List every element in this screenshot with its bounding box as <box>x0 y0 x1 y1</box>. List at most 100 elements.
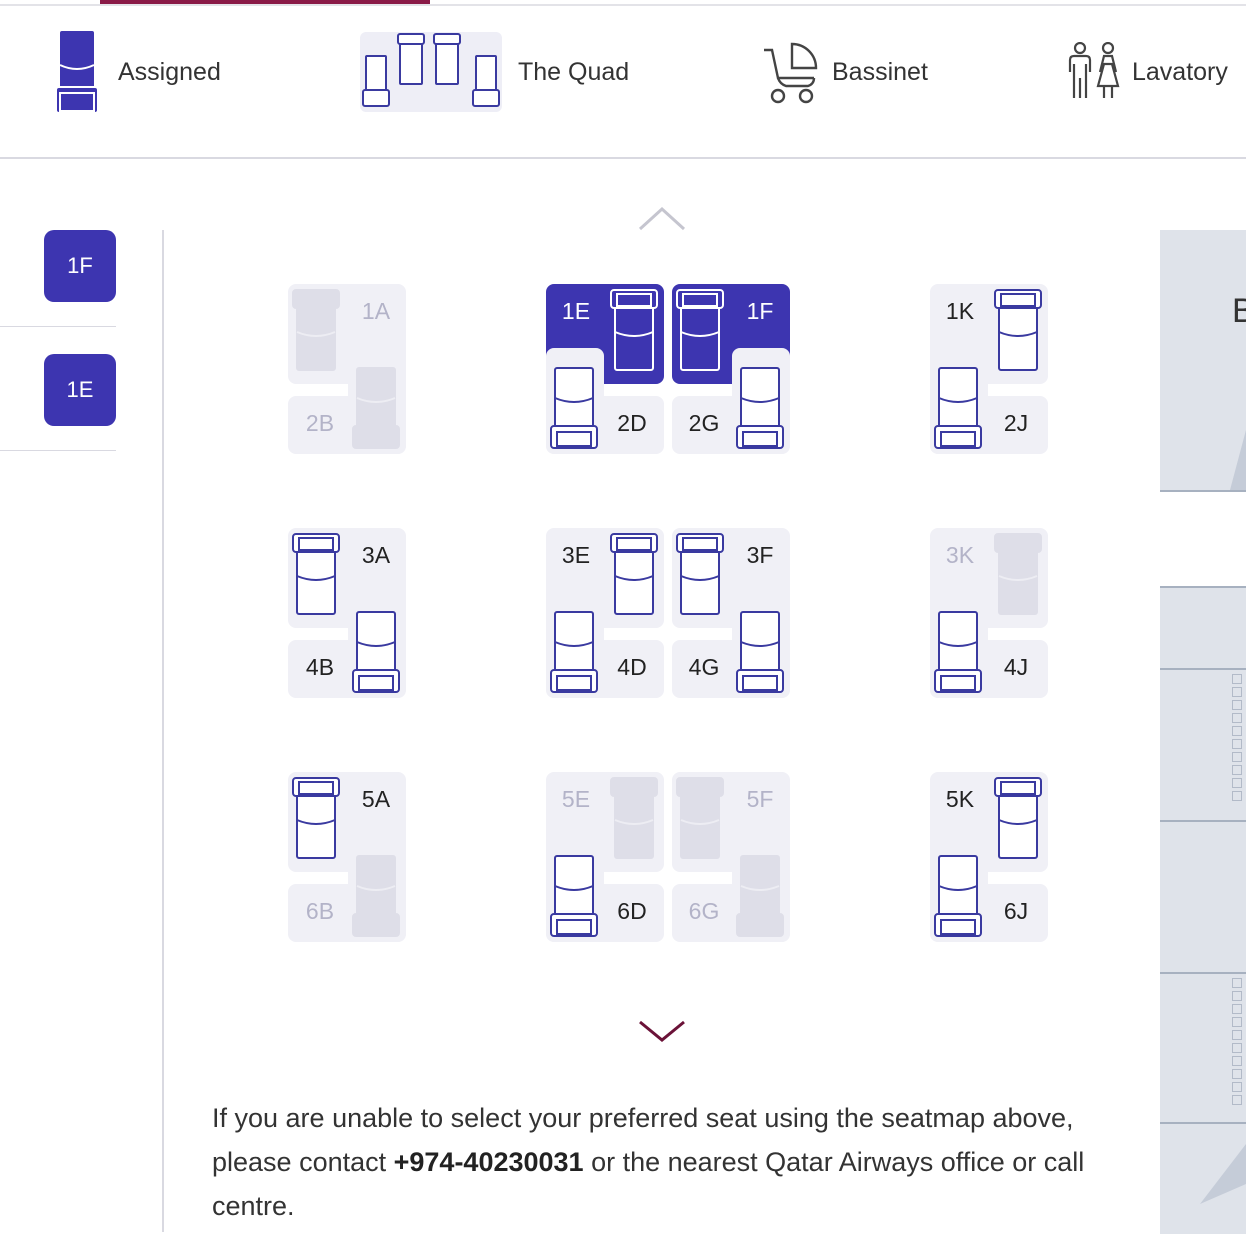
3E-seat-icon[interactable] <box>609 530 659 630</box>
seat-label-1F[interactable]: 1F <box>740 298 780 325</box>
cabin-section-highlight[interactable]: B <box>1160 230 1246 492</box>
cabin-window-icon <box>1232 1030 1242 1040</box>
seat-label-3K: 3K <box>945 542 975 568</box>
5E-seat-icon <box>610 777 658 859</box>
legend-bassinet: Bassinet <box>762 26 928 118</box>
6D-seat-icon[interactable] <box>549 840 599 940</box>
legend-divider <box>0 157 1246 159</box>
cabin-window-icon <box>1232 991 1242 1001</box>
2B-seat-icon <box>352 367 400 449</box>
6J-seat-icon[interactable] <box>933 840 983 940</box>
seat-label-1A: 1A <box>361 298 391 324</box>
2G-seat-icon[interactable] <box>735 352 785 452</box>
cabin-window-icon <box>1232 1095 1242 1105</box>
2J-seat-icon[interactable] <box>933 352 983 452</box>
5K-seat-icon[interactable] <box>993 774 1043 874</box>
cabin-window-icon <box>1232 1056 1242 1066</box>
assigned-seat-icon <box>55 31 99 114</box>
1A-seat-icon <box>292 289 340 371</box>
cabin-window-icon <box>1232 1069 1242 1079</box>
cabin-window-icon <box>1232 674 1242 684</box>
cabin-section-block <box>1160 668 1246 820</box>
selected-seat-badge-1E[interactable]: 1E <box>44 354 116 426</box>
seat-label-5E: 5E <box>561 786 591 812</box>
seat-legend: Assigned The Quad Bassinet Lavatory <box>0 6 1246 158</box>
cabin-window-icon <box>1232 778 1242 788</box>
cabin-section-letter: B <box>1232 292 1246 330</box>
cabin-window-icon <box>1232 726 1242 736</box>
legend-assigned-label: Assigned <box>118 57 221 86</box>
seat-label-6J[interactable]: 6J <box>996 898 1036 925</box>
cabin-window-icon <box>1232 713 1242 723</box>
cabin-window-icon <box>1232 1004 1242 1014</box>
seatmap-help-note: If you are unable to select your preferr… <box>212 1096 1142 1228</box>
cabin-window-icon <box>1232 765 1242 775</box>
sidebar-separator <box>0 450 116 451</box>
legend-lavatory: Lavatory <box>1066 26 1228 118</box>
seat-label-4D[interactable]: 4D <box>612 654 652 681</box>
4B-seat-icon[interactable] <box>351 596 401 696</box>
seat-label-4J[interactable]: 4J <box>996 654 1036 681</box>
cabin-window-icon <box>1232 1017 1242 1027</box>
4D-seat-icon[interactable] <box>549 596 599 696</box>
bassinet-icon <box>764 42 818 104</box>
cabin-overview-panel: B <box>1160 230 1246 1234</box>
5F-seat-icon <box>676 777 724 859</box>
scroll-up-chevron-icon[interactable] <box>638 205 686 233</box>
1F-seat-icon[interactable] <box>675 286 725 386</box>
seat-label-3E[interactable]: 3E <box>556 542 596 569</box>
2D-seat-icon[interactable] <box>549 352 599 452</box>
seat-label-2G[interactable]: 2G <box>684 410 724 437</box>
cabin-window-icon <box>1232 791 1242 801</box>
cabin-window-icon <box>1232 1043 1242 1053</box>
legend-quad: The Quad <box>358 26 629 118</box>
6G-seat-icon <box>736 855 784 937</box>
seat-label-2D[interactable]: 2D <box>612 410 652 437</box>
legend-lavatory-label: Lavatory <box>1132 57 1228 86</box>
contact-phone-number[interactable]: +974-40230031 <box>394 1147 584 1177</box>
tail-shape-icon <box>1200 1144 1246 1204</box>
seat-label-2J[interactable]: 2J <box>996 410 1036 437</box>
quad-seats-icon <box>360 32 502 112</box>
3A-seat-icon[interactable] <box>291 530 341 630</box>
seat-label-5F: 5F <box>746 786 774 812</box>
seat-label-6D[interactable]: 6D <box>612 898 652 925</box>
cabin-window-icon <box>1232 687 1242 697</box>
cabin-window-icon <box>1232 1082 1242 1092</box>
cabin-window-icon <box>1232 978 1242 988</box>
seatmap-left-border <box>162 230 164 1232</box>
1E-seat-icon[interactable] <box>609 286 659 386</box>
seat-label-6B: 6B <box>305 898 335 924</box>
legend-assigned: Assigned <box>54 26 221 118</box>
seat-label-5K[interactable]: 5K <box>940 786 980 813</box>
cabin-section-block <box>1160 820 1246 972</box>
seat-label-4G[interactable]: 4G <box>684 654 724 681</box>
legend-bassinet-label: Bassinet <box>832 57 928 86</box>
sidebar-separator <box>0 326 116 327</box>
1K-seat-icon[interactable] <box>993 286 1043 386</box>
seat-label-6G: 6G <box>688 898 720 924</box>
selected-seat-badge-1F[interactable]: 1F <box>44 230 116 302</box>
seat-label-1K[interactable]: 1K <box>940 298 980 325</box>
4G-seat-icon[interactable] <box>735 596 785 696</box>
legend-quad-label: The Quad <box>518 57 630 86</box>
cabin-window-icon <box>1232 700 1242 710</box>
3K-seat-icon <box>994 533 1042 615</box>
seat-label-1E[interactable]: 1E <box>556 298 596 325</box>
6B-seat-icon <box>352 855 400 937</box>
seat-label-4B[interactable]: 4B <box>300 654 340 681</box>
scroll-down-chevron-icon[interactable] <box>638 1018 686 1046</box>
4J-seat-icon[interactable] <box>933 596 983 696</box>
wing-shape-icon <box>1230 430 1246 490</box>
seat-label-3F[interactable]: 3F <box>740 542 780 569</box>
seat-label-2B: 2B <box>305 410 335 436</box>
seat-label-3A[interactable]: 3A <box>356 542 396 569</box>
cabin-section-block <box>1160 1122 1246 1234</box>
cabin-section-block <box>1160 586 1246 668</box>
5A-seat-icon[interactable] <box>291 774 341 874</box>
cabin-window-icon <box>1232 739 1242 749</box>
cabin-window-icon <box>1232 752 1242 762</box>
cabin-section-block <box>1160 972 1246 1122</box>
3F-seat-icon[interactable] <box>675 530 725 630</box>
seat-label-5A[interactable]: 5A <box>356 786 396 813</box>
